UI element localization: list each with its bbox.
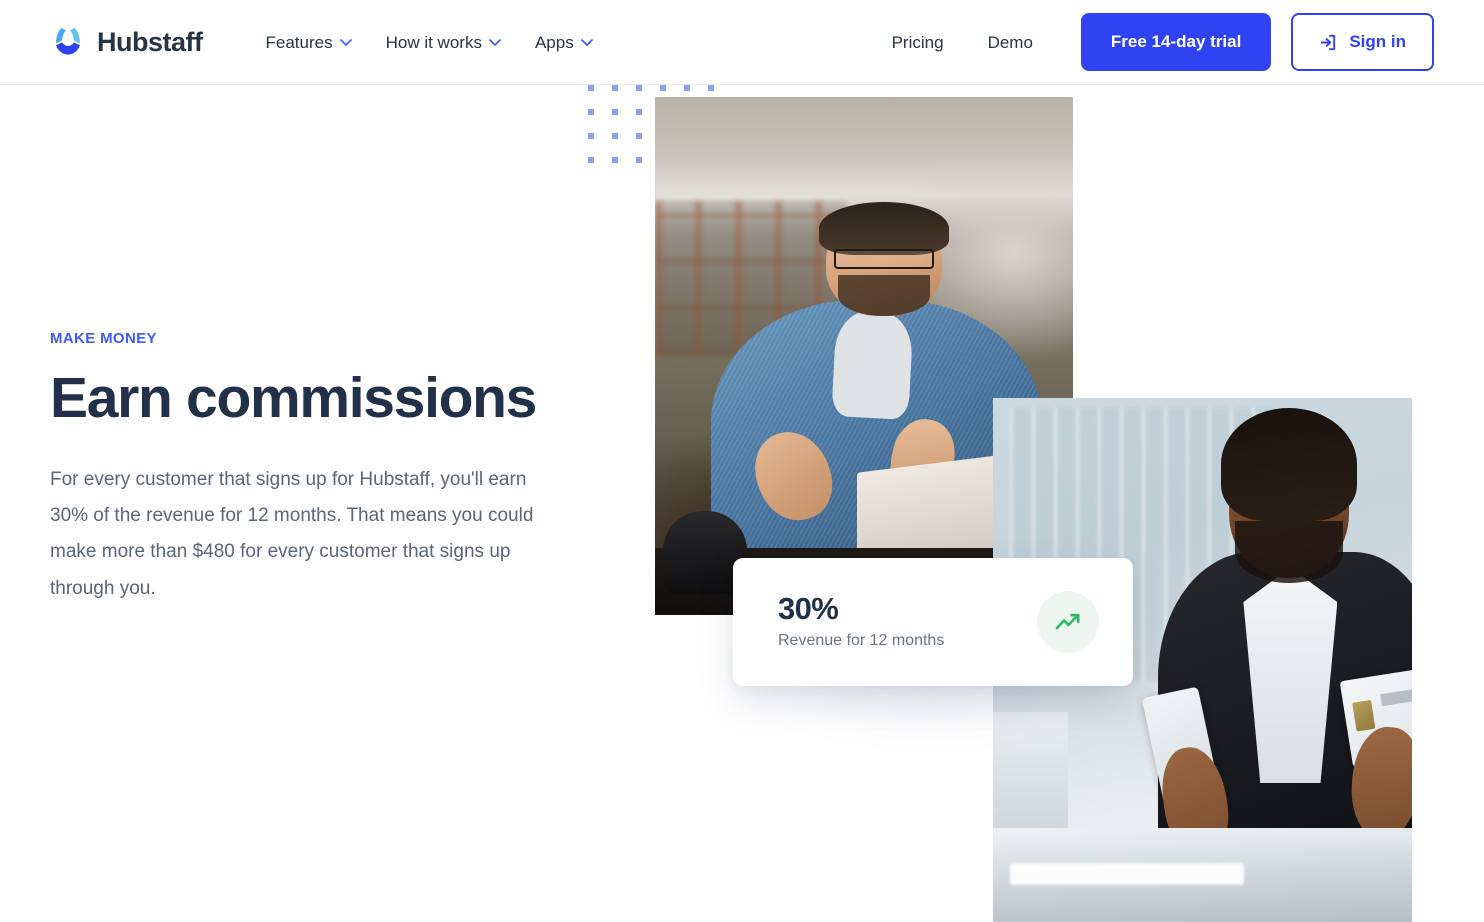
- photo-hair: [818, 201, 950, 255]
- hubstaff-logo-icon: [55, 28, 81, 55]
- dot-grid-dot: [636, 157, 642, 163]
- dot-grid-dot: [588, 85, 594, 91]
- main-navigation: Features How it works Apps: [266, 34, 593, 51]
- hero-description: For every customer that signs up for Hub…: [50, 468, 534, 599]
- photo-card-chip: [1352, 700, 1376, 733]
- nav-item-how-it-works-label: How it works: [385, 32, 482, 52]
- stat-card-label: Revenue for 12 months: [778, 632, 945, 650]
- dot-grid-dot: [588, 157, 594, 163]
- nav-item-how-it-works[interactable]: How it works: [386, 34, 501, 51]
- photo-keyboard: [1009, 863, 1245, 886]
- brand-logo-link[interactable]: Hubstaff: [50, 24, 203, 60]
- trending-up-icon: [1055, 613, 1080, 630]
- sign-in-label: Sign in: [1349, 32, 1406, 51]
- dot-grid-dot: [660, 85, 666, 91]
- dot-grid-dot: [708, 85, 714, 91]
- chevron-down-icon: [580, 38, 593, 46]
- brand-name: Hubstaff: [97, 26, 203, 57]
- photo-hair: [1220, 408, 1358, 522]
- hero-eyebrow: MAKE MONEY: [50, 330, 157, 347]
- dot-grid-dot: [612, 109, 618, 115]
- chevron-down-icon: [489, 38, 501, 46]
- nav-item-apps-label: Apps: [534, 32, 574, 52]
- hero-copy: MAKE MONEY Earn commissions For every cu…: [50, 330, 590, 607]
- nav-link-pricing[interactable]: Pricing: [870, 34, 966, 51]
- dot-grid-dot: [588, 133, 594, 139]
- photo-monitor: [993, 712, 1069, 828]
- site-header: Hubstaff Features How it works Apps Pric…: [0, 0, 1484, 85]
- photo-glasses: [833, 248, 934, 270]
- nav-item-features[interactable]: Features: [266, 34, 352, 51]
- dot-grid-dot: [684, 85, 690, 91]
- dot-grid-dot: [612, 133, 618, 139]
- stat-card-value: 30%: [778, 591, 839, 627]
- dot-grid-dot: [636, 85, 642, 91]
- photo-tshirt: [831, 310, 914, 421]
- dot-grid-dot: [612, 157, 618, 163]
- stat-card-text: 30% Revenue for 12 months: [778, 591, 1037, 652]
- nav-item-apps[interactable]: Apps: [535, 34, 593, 51]
- sign-in-icon: [1321, 34, 1336, 50]
- stat-card-icon-wrapper: [1037, 591, 1099, 653]
- chevron-down-icon: [339, 38, 352, 46]
- photo-beard: [837, 275, 931, 317]
- dot-grid-dot: [612, 85, 618, 91]
- free-trial-button[interactable]: Free 14-day trial: [1080, 13, 1272, 71]
- page-title: Earn commissions: [50, 366, 537, 430]
- dot-grid-dot: [636, 133, 642, 139]
- dot-grid-dot: [636, 109, 642, 115]
- photo-card-stripe: [1380, 689, 1412, 708]
- photo-dress-shirt: [1243, 567, 1338, 784]
- nav-item-features-label: Features: [265, 32, 333, 52]
- dot-grid-dot: [588, 109, 594, 115]
- nav-link-demo[interactable]: Demo: [966, 34, 1055, 51]
- header-actions: Pricing Demo Free 14-day trial Sign in: [870, 13, 1434, 71]
- photo-beard: [1234, 521, 1344, 584]
- stat-card-revenue: 30% Revenue for 12 months: [733, 558, 1133, 686]
- sign-in-button[interactable]: Sign in: [1291, 13, 1434, 71]
- hero-page: Hubstaff Features How it works Apps Pric…: [0, 0, 1484, 922]
